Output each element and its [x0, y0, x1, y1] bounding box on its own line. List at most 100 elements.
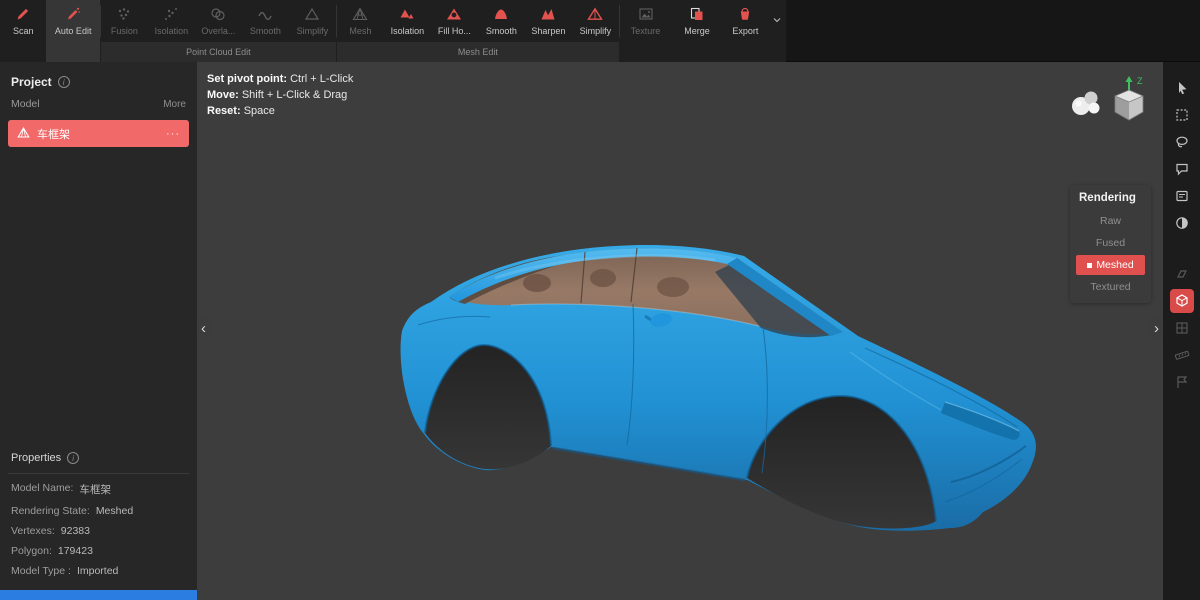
view-cube-gizmo[interactable]: Z — [1103, 70, 1155, 128]
properties-title: Properties — [11, 452, 61, 464]
contrast-icon — [1174, 215, 1190, 231]
right-tool-rail — [1163, 62, 1200, 600]
properties-panel: Properties i Model Name:车框架 Rendering St… — [0, 452, 197, 577]
model-list-item[interactable]: 车框架 ··· — [8, 120, 189, 147]
hint-reset: Reset: Space — [207, 105, 353, 117]
bottom-accent-bar — [0, 590, 197, 600]
model-item-menu-button[interactable]: ··· — [166, 128, 180, 140]
prop-model-type: Model Type :Imported — [0, 565, 197, 577]
plane-tool-button[interactable] — [1170, 262, 1194, 286]
pen-icon — [15, 6, 31, 22]
wave-icon — [257, 6, 273, 22]
car-body-model — [385, 230, 1045, 540]
chat-button[interactable] — [1170, 157, 1194, 181]
model-section-label: Model — [11, 98, 40, 110]
paint-bucket-icon — [737, 6, 753, 22]
shading-toggle-button[interactable] — [1170, 211, 1194, 235]
export-button[interactable]: Export — [723, 0, 769, 62]
point-cloud-edit-group-label: Point Cloud Edit — [101, 42, 336, 62]
mesh-view-button[interactable] — [1170, 289, 1194, 313]
model-mesh-icon — [17, 126, 30, 142]
info-icon[interactable]: i — [58, 76, 70, 88]
export-dropdown-chevron[interactable] — [768, 0, 786, 42]
merge-button[interactable]: Merge — [671, 0, 722, 62]
scan-label: Scan — [13, 26, 34, 36]
mesh-isolation-button[interactable]: Isolation — [384, 0, 431, 42]
hint-move: Move: Shift + L-Click & Drag — [207, 89, 353, 101]
pc-simplify-button[interactable]: Simplify — [289, 0, 336, 42]
prop-vertexes: Vertexes:92383 — [0, 525, 197, 537]
mesh-smooth-button[interactable]: Smooth — [478, 0, 525, 42]
grid-tool-button[interactable] — [1170, 316, 1194, 340]
auto-edit-button[interactable]: Auto Edit — [46, 0, 99, 62]
point-cloud-edit-group: Fusion Isolation Overla... — [101, 0, 336, 62]
info-icon[interactable]: i — [67, 452, 79, 464]
peaks-icon — [540, 6, 556, 22]
image-icon — [638, 6, 654, 22]
rendering-option-raw[interactable]: Raw — [1076, 211, 1145, 231]
simplify-triangle-icon — [587, 6, 603, 22]
isolation-dots-icon — [163, 6, 179, 22]
export-label: Export — [732, 26, 758, 36]
texture-button[interactable]: Texture — [620, 0, 671, 62]
hint-set-pivot: Set pivot point: Ctrl + L-Click — [207, 73, 353, 85]
prop-model-name: Model Name:车框架 — [0, 482, 197, 497]
pointer-icon — [1174, 80, 1190, 96]
mesh-edit-group-label: Mesh Edit — [337, 42, 619, 62]
material-sphere-widget[interactable] — [1069, 88, 1105, 118]
marquee-icon — [1174, 107, 1190, 123]
rendering-option-textured[interactable]: Textured — [1076, 277, 1145, 297]
point-cluster-icon — [116, 6, 132, 22]
lasso-select-button[interactable] — [1170, 130, 1194, 154]
active-bullet-icon — [1087, 263, 1092, 268]
sharpen-button[interactable]: Sharpen — [525, 0, 572, 42]
triangle-mesh-icon — [352, 6, 368, 22]
fusion-button[interactable]: Fusion — [101, 0, 148, 42]
cube-icon — [1174, 293, 1190, 309]
prop-polygon: Polygon:179423 — [0, 545, 197, 557]
fill-holes-button[interactable]: Fill Ho... — [431, 0, 478, 42]
notes-button[interactable] — [1170, 184, 1194, 208]
pointer-tool-button[interactable] — [1170, 76, 1194, 100]
scan-button[interactable]: Scan — [0, 0, 46, 62]
annotation-tool-button[interactable] — [1170, 370, 1194, 394]
chevron-down-icon — [771, 14, 783, 29]
collapse-right-rail-arrow[interactable]: › — [1150, 317, 1163, 339]
auto-edit-label: Auto Edit — [55, 26, 92, 36]
marquee-select-button[interactable] — [1170, 103, 1194, 127]
mesh-simplify-button[interactable]: Simplify — [572, 0, 619, 42]
merge-label: Merge — [684, 26, 710, 36]
rendering-option-meshed[interactable]: Meshed — [1076, 255, 1145, 275]
rendering-panel-title: Rendering — [1070, 185, 1151, 209]
chat-icon — [1174, 161, 1190, 177]
isolation-mesh-icon — [399, 6, 415, 22]
texture-label: Texture — [631, 26, 661, 36]
top-toolbar: Scan Auto Edit Fusion — [0, 0, 1200, 62]
project-title: Project — [11, 75, 52, 89]
triangle-outline-icon — [304, 6, 320, 22]
3d-viewport[interactable]: Set pivot point: Ctrl + L-Click Move: Sh… — [197, 62, 1163, 600]
overlap-button[interactable]: Overla... — [195, 0, 242, 42]
rendering-panel: Rendering Raw Fused Meshed Textured — [1070, 185, 1151, 303]
z-axis-label: Z — [1137, 76, 1143, 86]
collapse-sidebar-arrow[interactable]: ‹ — [197, 317, 210, 339]
project-sidebar: Project i Model More 车框架 ··· Properties … — [0, 62, 197, 590]
overlapping-pages-icon — [689, 6, 705, 22]
model-item-name: 车框架 — [37, 126, 159, 142]
viewport-hints: Set pivot point: Ctrl + L-Click Move: Sh… — [207, 73, 353, 121]
revo-scan-app: Scan Auto Edit Fusion — [0, 0, 1200, 600]
pc-smooth-button[interactable]: Smooth — [242, 0, 289, 42]
overlap-icon — [210, 6, 226, 22]
properties-divider — [8, 473, 189, 474]
more-button[interactable]: More — [163, 98, 186, 110]
prop-rendering-state: Rendering State:Meshed — [0, 505, 197, 517]
magic-pen-icon — [65, 6, 81, 22]
pc-isolation-button[interactable]: Isolation — [148, 0, 195, 42]
mesh-button[interactable]: Mesh — [337, 0, 384, 42]
flag-icon — [1174, 374, 1190, 390]
measure-tool-button[interactable] — [1170, 343, 1194, 367]
rendering-option-fused[interactable]: Fused — [1076, 233, 1145, 253]
lasso-icon — [1174, 134, 1190, 150]
ruler-icon — [1174, 347, 1190, 363]
triangle-hole-icon — [446, 6, 462, 22]
